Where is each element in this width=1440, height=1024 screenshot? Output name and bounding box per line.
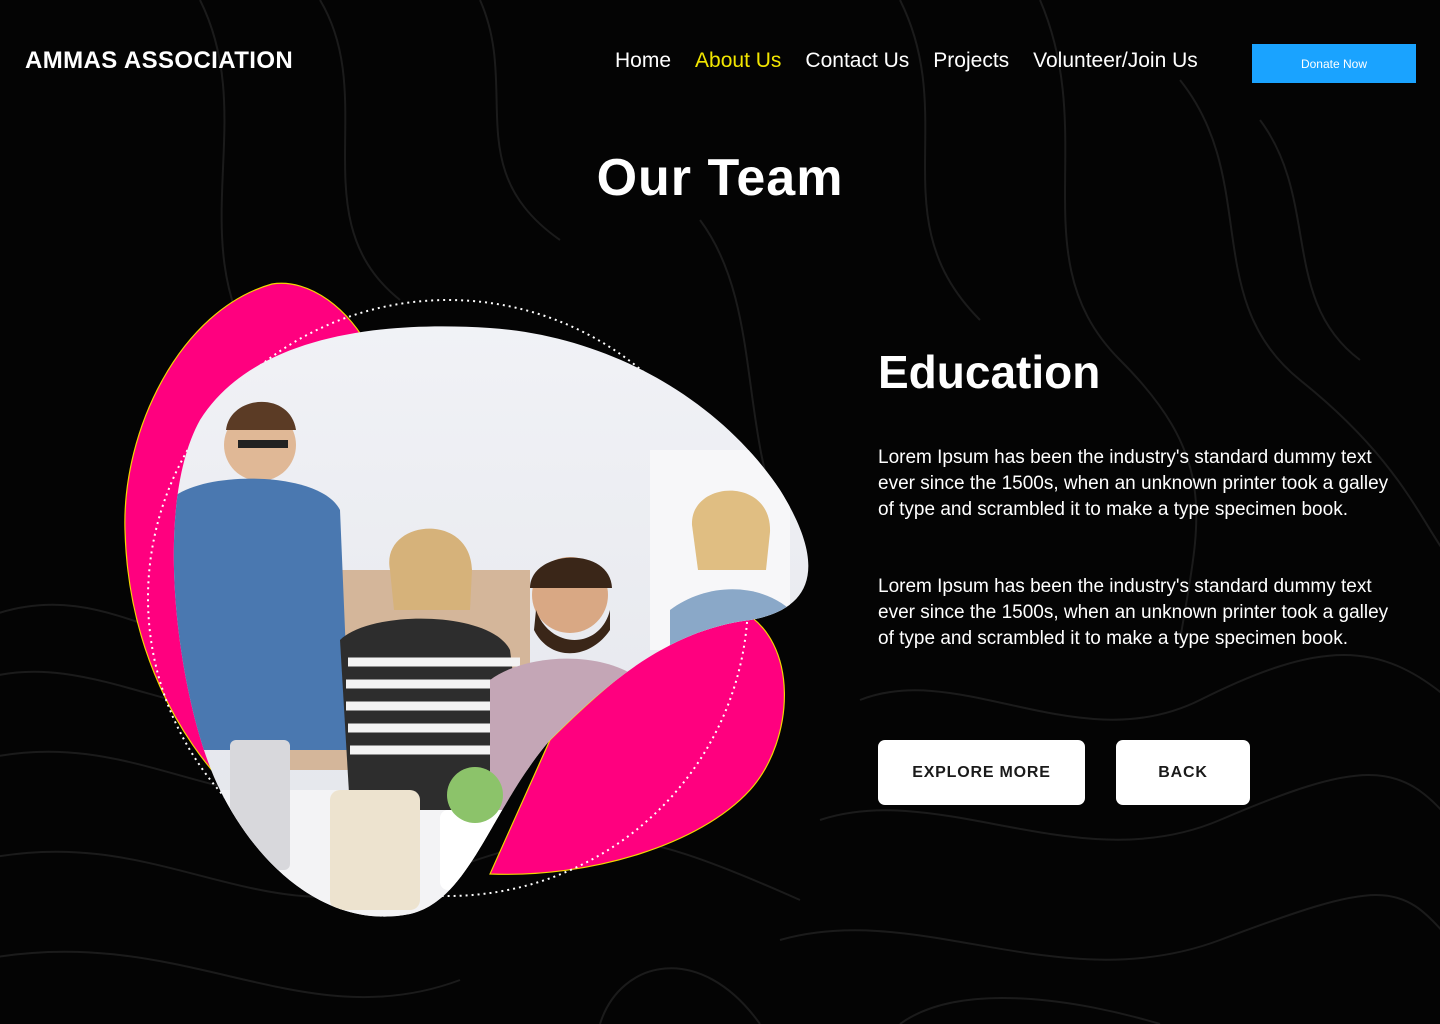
main-nav: Home About Us Contact Us Projects Volunt… xyxy=(615,49,1198,73)
explore-more-button[interactable]: EXPLORE MORE xyxy=(878,740,1085,805)
nav-item-projects[interactable]: Projects xyxy=(933,49,1009,73)
nav-item-contact-us[interactable]: Contact Us xyxy=(805,49,909,73)
description-paragraph-2: Lorem Ipsum has been the industry's stan… xyxy=(878,576,1389,649)
back-button[interactable]: BACK xyxy=(1116,740,1250,805)
page-title: Our Team xyxy=(596,149,844,207)
description-paragraph-1: Lorem Ipsum has been the industry's stan… xyxy=(878,447,1389,520)
brand-logo[interactable]: AMMAS ASSOCIATION xyxy=(25,47,293,75)
nav-item-about-us[interactable]: About Us xyxy=(695,49,781,73)
nav-item-home[interactable]: Home xyxy=(615,49,671,73)
donate-now-button[interactable]: Donate Now xyxy=(1252,44,1416,83)
team-photo-blob xyxy=(124,282,809,917)
nav-item-volunteer-join-us[interactable]: Volunteer/Join Us xyxy=(1033,49,1198,73)
section-title: Education xyxy=(878,346,1101,398)
